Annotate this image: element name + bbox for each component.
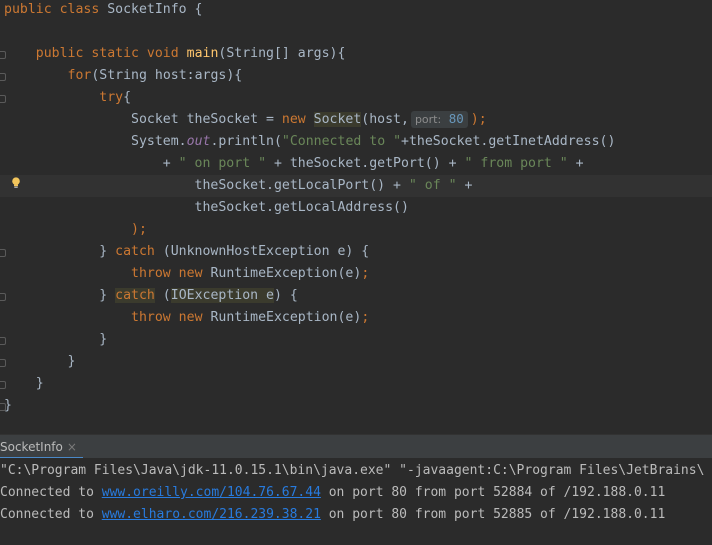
code-editor[interactable]: public class SocketInfo { public static … <box>0 0 712 434</box>
fold-marker-icon[interactable] <box>0 249 6 257</box>
code-token: (String[] args){ <box>218 46 346 61</box>
fold-marker-icon[interactable] <box>0 293 6 301</box>
fold-marker-icon[interactable] <box>0 51 6 59</box>
code-token: theSocket.getLocalAddress() <box>4 200 409 215</box>
code-line[interactable]: Socket theSocket = new Socket(host, port:… <box>4 109 487 131</box>
code-token: throw new <box>131 310 211 325</box>
run-tab-label: SocketInfo <box>0 440 63 454</box>
code-line[interactable]: throw new RuntimeException(e); <box>4 263 369 285</box>
code-token: (String host:args){ <box>91 68 243 83</box>
code-token: ) { <box>273 288 298 303</box>
code-token: ); <box>470 112 487 127</box>
code-line[interactable]: public static void main(String[] args){ <box>4 43 346 65</box>
code-token: ; <box>361 266 370 281</box>
parameter-hint: port: 80 <box>410 111 468 128</box>
code-line[interactable]: } <box>4 373 44 395</box>
code-token: SocketInfo { <box>107 2 203 17</box>
run-console[interactable]: "C:\Program Files\Java\jdk-11.0.15.1\bin… <box>0 458 712 545</box>
code-token: RuntimeException(e) <box>210 310 362 325</box>
code-token: try <box>99 90 124 105</box>
code-token: } <box>4 354 76 369</box>
code-line[interactable]: } catch (IOException e) { <box>4 285 298 307</box>
code-token: catch <box>115 288 155 303</box>
code-token: Socket theSocket = <box>4 112 282 127</box>
code-token: out <box>186 134 211 149</box>
code-line[interactable]: theSocket.getLocalPort() + " of " + <box>4 175 473 197</box>
code-line[interactable]: } catch (UnknownHostException e) { <box>4 241 369 263</box>
code-token: ; <box>361 310 370 325</box>
console-link[interactable]: www.oreilly.com/104.76.67.44 <box>102 485 321 500</box>
code-line[interactable]: try{ <box>4 87 131 109</box>
code-token: public class <box>4 2 108 17</box>
code-token: public static void <box>35 46 187 61</box>
code-token: " from port " <box>464 156 568 171</box>
code-line[interactable]: + " on port " + theSocket.getPort() + " … <box>4 153 584 175</box>
code-token: " on port " <box>178 156 267 171</box>
fold-marker-icon[interactable] <box>0 381 6 389</box>
code-token: ( <box>154 288 171 303</box>
code-token: theSocket.getLocalPort() + <box>4 178 409 193</box>
code-token: new <box>281 112 314 127</box>
code-line[interactable]: } <box>4 351 76 373</box>
code-line[interactable]: for(String host:args){ <box>4 65 243 87</box>
fold-marker-icon[interactable] <box>0 359 6 367</box>
code-token: "Connected to " <box>281 134 402 149</box>
code-token: } <box>4 288 116 303</box>
console-link[interactable]: www.elharo.com/216.239.38.21 <box>102 507 321 522</box>
code-line[interactable]: throw new RuntimeException(e); <box>4 307 369 329</box>
code-token: for <box>67 68 92 83</box>
code-token: (UnknownHostException e) { <box>162 244 370 259</box>
code-token: + <box>567 156 584 171</box>
code-token: } <box>4 244 116 259</box>
console-text: Connected to <box>0 485 102 500</box>
fold-marker-icon[interactable] <box>0 95 6 103</box>
code-line[interactable]: ); <box>4 219 147 241</box>
fold-marker-icon[interactable] <box>0 73 6 81</box>
code-token: Socket <box>313 112 362 127</box>
code-token: + <box>456 178 473 193</box>
code-line[interactable]: theSocket.getLocalAddress() <box>4 197 409 219</box>
code-token: System. <box>4 134 187 149</box>
code-token: + <box>4 156 179 171</box>
console-output-line: Connected to www.elharo.com/216.239.38.2… <box>0 504 665 526</box>
code-token: { <box>123 90 132 105</box>
console-command-line: "C:\Program Files\Java\jdk-11.0.15.1\bin… <box>0 463 705 478</box>
console-output-line: Connected to www.oreilly.com/104.76.67.4… <box>0 482 665 504</box>
code-token: } <box>4 376 44 391</box>
code-token: RuntimeException(e) <box>210 266 362 281</box>
console-text: on port 80 from port 52884 of /192.188.0… <box>320 485 666 500</box>
code-token: ); <box>131 222 147 237</box>
code-token: .println( <box>210 134 282 149</box>
code-token: IOException e <box>170 288 274 303</box>
code-line[interactable]: System.out.println("Connected to "+theSo… <box>4 131 615 153</box>
run-tab-socketinfo[interactable]: SocketInfo × <box>0 435 83 459</box>
run-tool-window-tabs: SocketInfo × <box>0 434 712 459</box>
code-token: " of " <box>408 178 457 193</box>
code-token: (host, <box>361 112 409 127</box>
parameter-hint-value: 80 <box>441 111 464 126</box>
fold-marker-icon[interactable] <box>0 403 6 411</box>
lightbulb-icon[interactable] <box>11 177 21 189</box>
code-line[interactable]: public class SocketInfo { <box>4 0 203 21</box>
fold-marker-icon[interactable] <box>0 337 6 345</box>
code-token: +theSocket.getInetAddress() <box>401 134 616 149</box>
code-line[interactable]: } <box>4 329 107 351</box>
console-text: Connected to <box>0 507 102 522</box>
code-token: } <box>4 332 108 347</box>
code-token: throw new <box>131 266 211 281</box>
code-token: + theSocket.getPort() + <box>266 156 465 171</box>
close-icon[interactable]: × <box>67 440 77 454</box>
code-token: catch <box>115 244 163 259</box>
code-token: main <box>186 46 219 61</box>
console-text: on port 80 from port 52885 of /192.188.0… <box>320 507 666 522</box>
